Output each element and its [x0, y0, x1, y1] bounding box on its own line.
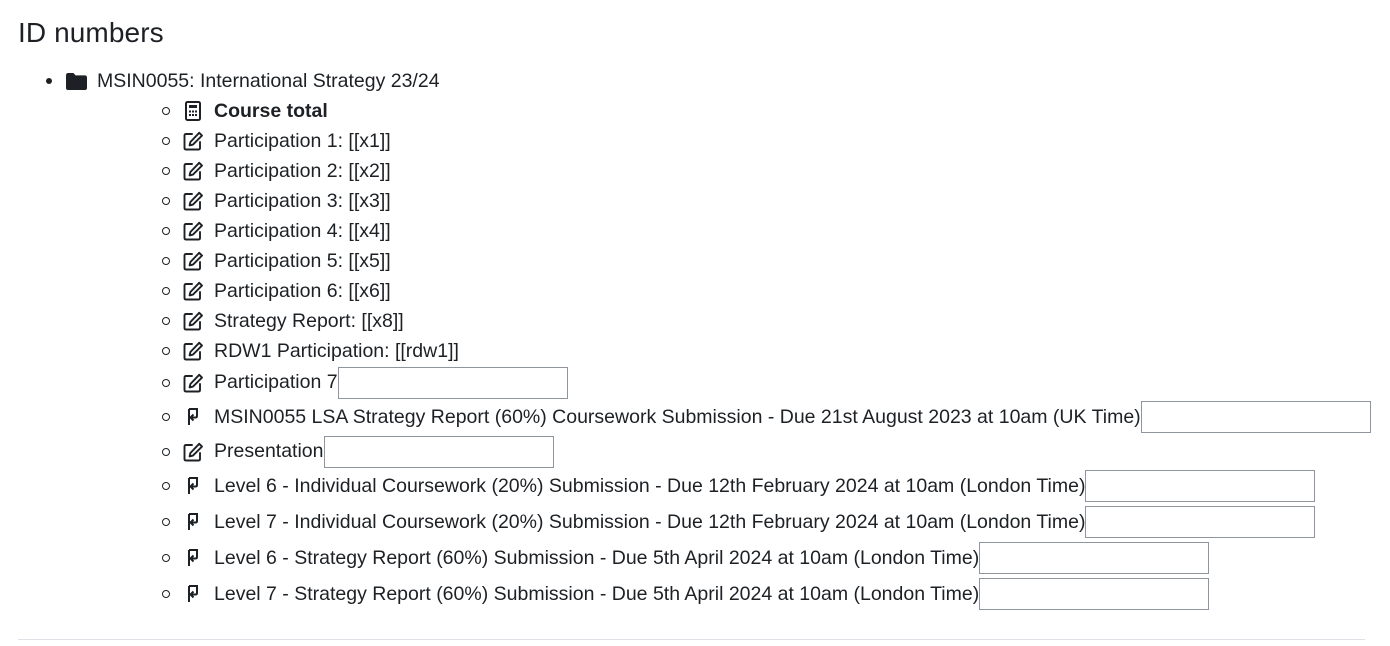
grade-item: Participation 5: [[x5]]: [66, 246, 1390, 276]
grade-item-label: Participation 1: [[x1]]: [214, 129, 391, 152]
edit-icon: [182, 373, 204, 393]
grade-item-label: Participation 3: [[x3]]: [214, 189, 391, 212]
id-number-input[interactable]: [337, 366, 568, 399]
edit-icon: [182, 251, 204, 271]
grade-item: Level 7 - Strategy Report (60%) Submissi…: [66, 576, 1390, 612]
edit-icon: [182, 161, 204, 181]
list-bullet: [162, 287, 170, 295]
list-bullet: [162, 518, 170, 526]
grade-item: Participation 2: [[x2]]: [66, 156, 1390, 186]
edit-icon: [182, 221, 204, 241]
edit-icon: [182, 442, 204, 462]
grade-item: Participation 3: [[x3]]: [66, 186, 1390, 216]
divider: [18, 639, 1365, 640]
grade-item: MSIN0055 LSA Strategy Report (60%) Cours…: [66, 399, 1390, 435]
course-category-label: MSIN0055: International Strategy 23/24: [97, 69, 440, 92]
folder-icon: [66, 72, 87, 90]
list-bullet: [162, 197, 170, 205]
edit-icon: [182, 131, 204, 151]
assignment-icon: [182, 476, 204, 496]
grade-item: Level 7 - Individual Coursework (20%) Su…: [66, 504, 1390, 540]
grade-item: RDW1 Participation: [[rdw1]]: [66, 336, 1390, 366]
assignment-icon: [182, 512, 204, 532]
assignment-icon: [182, 584, 204, 604]
list-bullet: [162, 257, 170, 265]
edit-icon: [182, 341, 204, 361]
list-bullet: [162, 554, 170, 562]
grade-item-label: Participation 4: [[x4]]: [214, 219, 391, 242]
grade-item-label: Level 6 - Strategy Report (60%) Submissi…: [214, 546, 980, 569]
grade-item-label: Participation 6: [[x6]]: [214, 279, 391, 302]
grade-item: Level 6 - Individual Coursework (20%) Su…: [66, 468, 1390, 504]
assignment-icon: [182, 407, 204, 427]
grade-item: Level 6 - Strategy Report (60%) Submissi…: [66, 540, 1390, 576]
assignment-icon: [182, 548, 204, 568]
grade-item-label: RDW1 Participation: [[rdw1]]: [214, 339, 459, 362]
list-bullet: [162, 413, 170, 421]
grade-item: Presentation: [66, 435, 1390, 468]
list-bullet: [162, 227, 170, 235]
grade-item-label: Course total: [214, 99, 328, 122]
list-bullet: [162, 378, 170, 387]
grade-item: Strategy Report: [[x8]]: [66, 306, 1390, 336]
grade-item: Course total: [66, 96, 1390, 126]
grade-item-label: Presentation: [214, 440, 324, 462]
list-bullet: [162, 590, 170, 598]
list-bullet: [162, 137, 170, 145]
list-bullet: [162, 317, 170, 325]
id-number-input[interactable]: [979, 578, 1210, 610]
list-bullet: [162, 107, 170, 115]
id-number-input[interactable]: [1085, 470, 1316, 502]
grade-item: Participation 4: [[x4]]: [66, 216, 1390, 246]
id-number-input[interactable]: [1140, 401, 1371, 433]
grade-item-label: MSIN0055 LSA Strategy Report (60%) Cours…: [214, 405, 1141, 428]
course-category: MSIN0055: International Strategy 23/24 C…: [0, 66, 1390, 612]
id-number-input[interactable]: [323, 435, 554, 468]
list-bullet: [162, 347, 170, 355]
grade-item-label: Level 7 - Strategy Report (60%) Submissi…: [214, 582, 980, 605]
id-number-input[interactable]: [979, 542, 1210, 574]
calculator-icon: [182, 101, 204, 121]
grade-item: Participation 6: [[x6]]: [66, 276, 1390, 306]
grade-item-label: Participation 5: [[x5]]: [214, 249, 391, 272]
list-bullet: [46, 78, 52, 84]
id-numbers-page: ID numbers MSIN0055: International Strat…: [0, 0, 1390, 646]
grade-item: Participation 1: [[x1]]: [66, 126, 1390, 156]
grade-item: Participation 7: [66, 366, 1390, 399]
list-bullet: [162, 482, 170, 490]
page-title: ID numbers: [18, 17, 164, 48]
grade-item-label: Participation 2: [[x2]]: [214, 159, 391, 182]
grade-item-label: Level 7 - Individual Coursework (20%) Su…: [214, 510, 1086, 533]
list-bullet: [162, 167, 170, 175]
edit-icon: [182, 311, 204, 331]
grade-item-label: Level 6 - Individual Coursework (20%) Su…: [214, 474, 1086, 497]
edit-icon: [182, 191, 204, 211]
grade-item-list: Course total Participation 1: [[x1]] Parti…: [66, 96, 1390, 612]
grade-item-label: Participation 7: [214, 371, 338, 393]
grade-item-label: Strategy Report: [[x8]]: [214, 309, 404, 332]
id-number-input[interactable]: [1085, 506, 1316, 538]
edit-icon: [182, 281, 204, 301]
grade-item-tree: MSIN0055: International Strategy 23/24 C…: [0, 66, 1390, 612]
list-bullet: [162, 447, 170, 456]
